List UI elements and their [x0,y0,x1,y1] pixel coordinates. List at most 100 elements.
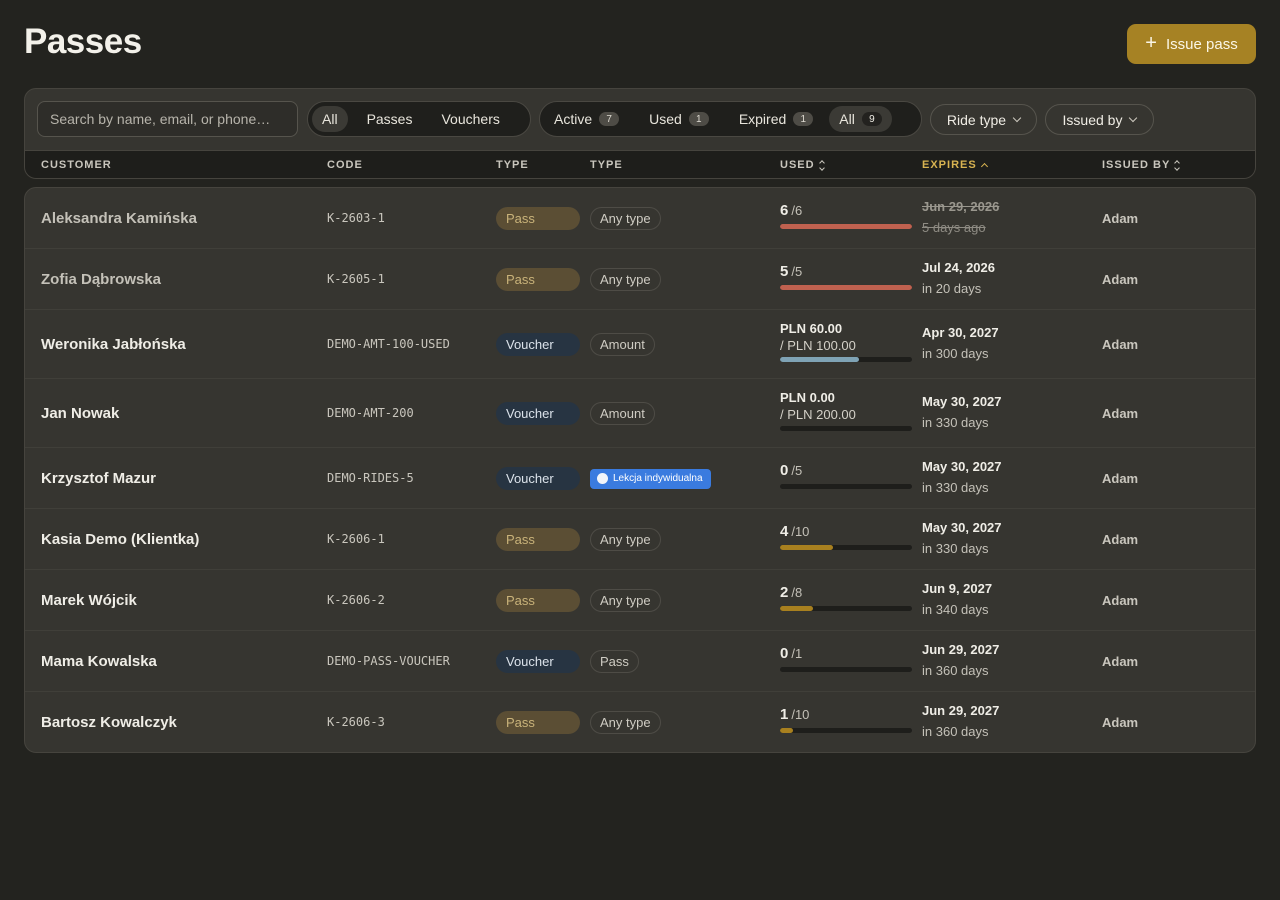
issued-by-dropdown[interactable]: Issued by [1045,104,1154,135]
issue-pass-button[interactable]: + Issue pass [1127,24,1256,64]
customer-name[interactable]: Jan Nowak [41,405,119,422]
pass-code: K-2603-1 [327,210,385,225]
expires-cell: Jul 24, 2026 in 20 days [922,260,995,296]
type-pill: Amount [590,333,655,356]
kind-badge: Voucher [496,467,580,490]
expires-relative: in 330 days [922,540,989,556]
used-count: 0/1 [780,645,912,662]
table-row[interactable]: Bartosz Kowalczyk K-2606-3 Pass Any type 1/1… [25,692,1255,752]
pass-code: DEMO-RIDES-5 [327,470,414,485]
customer-name[interactable]: Weronika Jabłońska [41,336,186,353]
usage-progress-bar [780,727,912,733]
ride-type-dropdown[interactable]: Ride type [930,104,1037,135]
usage-progress-fill [780,544,833,550]
usage-progress-bar [780,223,912,229]
kind-tab-passes[interactable]: Passes [357,106,423,132]
pass-code: K-2606-3 [327,714,385,729]
table-row[interactable]: Mama Kowalska DEMO-PASS-VOUCHER Voucher Pas… [25,631,1255,692]
table-row[interactable]: Krzysztof Mazur DEMO-RIDES-5 Voucher Lekcja… [25,448,1255,509]
customer-name[interactable]: Zofia Dąbrowska [41,271,161,288]
usage-progress-bar [780,605,912,611]
issued-by: Adam [1102,210,1139,226]
table-row[interactable]: Kasia Demo (Klientka) K-2606-1 Pass Any typ… [25,509,1255,570]
customer-name[interactable]: Aleksandra Kamińska [41,210,197,227]
customer-name[interactable]: Kasia Demo (Klientka) [41,531,199,548]
expires-relative: in 360 days [922,723,989,739]
used-total: /8 [791,584,803,600]
type-pill: Any type [590,711,661,734]
table-row[interactable]: Weronika Jabłońska DEMO-AMT-100-USED Vouch… [25,310,1255,379]
kind-badge: Pass [496,711,580,734]
used-count: 6/6 [780,202,912,219]
customer-name[interactable]: Bartosz Kowalczyk [41,714,177,731]
usage-cell: 1/10 [780,706,912,733]
used-value: 1 [780,705,789,723]
expires-relative: in 340 days [922,601,989,617]
expires-cell: Jun 29, 2027 in 360 days [922,642,999,678]
expires-date: May 30, 2027 [922,393,1002,409]
count-badge: 9 [861,112,882,126]
status-tab-label: All [839,111,855,127]
used-total: /10 [791,706,810,722]
pass-code: K-2605-1 [327,271,385,286]
table-row[interactable]: Aleksandra Kamińska K-2603-1 Pass Any type 6… [25,188,1255,249]
sort-ascending-icon [980,162,988,171]
search-input[interactable] [37,101,298,137]
expires-date: Jun 29, 2027 [922,641,1000,657]
expires-date: Jun 9, 2027 [922,580,993,596]
expires-date: Jun 29, 2027 [922,702,1000,718]
col-label: ISSUED BY [1102,159,1171,171]
col-issued-by[interactable]: ISSUED BY [1102,159,1181,171]
count-badge: 1 [688,112,709,126]
col-customer[interactable]: CUSTOMER [41,159,112,171]
status-tab-expired[interactable]: Expired 1 [729,106,823,132]
expires-date: Apr 30, 2027 [922,324,999,340]
kind-tab-all[interactable]: All [312,106,348,132]
status-tab-label: Active [554,111,593,127]
usage-cell: 4/10 [780,523,912,550]
chevron-down-icon [1012,113,1022,123]
table-row[interactable]: Zofia Dąbrowska K-2605-1 Pass Any type 5/5 Ju… [25,249,1255,310]
type-pill: Amount [590,402,655,425]
type-pill: Pass [590,650,639,673]
status-filter: Active 7 Used 1 Expired 1 All 9 [539,101,922,137]
type-pill: Any type [590,207,661,230]
sort-icon [1174,159,1181,171]
expires-cell: Apr 30, 2027 in 300 days [922,325,999,361]
col-type-detail[interactable]: TYPE [590,159,623,171]
table-row[interactable]: Jan Nowak DEMO-AMT-200 Voucher Amount PLN 0.… [25,379,1255,448]
usage-cell: 2/8 [780,584,912,611]
usage-progress-fill [780,356,860,362]
customer-name[interactable]: Marek Wójcik [41,592,137,609]
status-tab-all[interactable]: All 9 [829,106,892,132]
expires-relative: in 20 days [922,280,982,296]
col-expires[interactable]: EXPIRES [922,159,988,171]
usage-progress-fill [780,605,813,611]
used-total: /1 [791,645,803,661]
col-label: CODE [327,159,363,171]
issued-by: Adam [1102,714,1139,730]
col-type[interactable]: TYPE [496,159,529,171]
usage-progress-fill [780,727,794,733]
usage-progress-bar [780,425,912,431]
expires-date: May 30, 2027 [922,458,1002,474]
total-amount: / PLN 100.00 [780,337,856,353]
status-tab-used[interactable]: Used 1 [639,106,719,132]
issued-by-label: Issued by [1062,111,1123,128]
col-code[interactable]: CODE [327,159,363,171]
type-pill: Any type [590,589,661,612]
usage-progress-bar [780,666,912,672]
usage-cell: PLN 60.00/ PLN 100.00 [780,321,912,362]
used-count: 2/8 [780,584,912,601]
ride-type-tag: Lekcja indywidualna [590,468,711,489]
expires-date: May 30, 2027 [922,519,1002,535]
dot-icon [597,473,608,484]
table-row[interactable]: Marek Wójcik K-2606-2 Pass Any type 2/8 Jun 9… [25,570,1255,631]
status-tab-active[interactable]: Active 7 [544,106,629,132]
customer-name[interactable]: Mama Kowalska [41,653,157,670]
type-pill: Any type [590,528,661,551]
passes-table: Aleksandra Kamińska K-2603-1 Pass Any type 6… [24,187,1256,753]
col-used[interactable]: USED [780,159,825,171]
customer-name[interactable]: Krzysztof Mazur [41,470,156,487]
kind-tab-vouchers[interactable]: Vouchers [431,106,509,132]
